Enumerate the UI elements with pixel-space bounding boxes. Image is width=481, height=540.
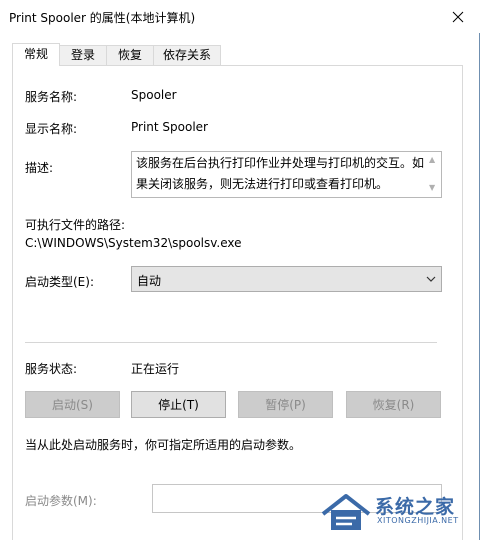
service-name-value: Spooler xyxy=(131,88,177,102)
status-value: 正在运行 xyxy=(131,362,180,376)
start-params-label: 启动参数(M): xyxy=(25,494,97,508)
watermark-subtitle: XITONGZHIJIA.NET xyxy=(377,516,459,525)
properties-dialog: Print Spooler 的属性(本地计算机) 常规 登录 恢复 依存关系 服… xyxy=(0,0,480,540)
tab-general[interactable]: 常规 xyxy=(12,43,60,66)
house-logo-icon xyxy=(321,494,371,530)
title-bar[interactable]: Print Spooler 的属性(本地计算机) xyxy=(0,0,480,33)
description-label: 描述: xyxy=(25,161,54,175)
scroll-up-icon[interactable]: ▲ xyxy=(429,155,435,164)
path-label: 可执行文件的路径: xyxy=(25,218,126,232)
start-button[interactable]: 启动(S) xyxy=(25,391,120,418)
pause-button[interactable]: 暂停(P) xyxy=(238,391,333,418)
tab-recovery[interactable]: 恢复 xyxy=(106,45,154,65)
tab-dependencies[interactable]: 依存关系 xyxy=(153,45,221,65)
resume-button[interactable]: 恢复(R) xyxy=(346,391,441,418)
divider xyxy=(25,342,437,343)
service-name-label: 服务名称: xyxy=(25,90,78,104)
general-panel xyxy=(12,65,463,540)
path-value: C:\WINDOWS\System32\spoolsv.exe xyxy=(25,236,242,250)
scroll-down-icon[interactable]: ▼ xyxy=(429,183,435,192)
description-box[interactable]: 该服务在后台执行打印作业并处理与打印机的交互。如果关闭该服务，则无法进行打印或查… xyxy=(131,151,442,198)
chevron-down-icon xyxy=(426,276,436,282)
description-text: 该服务在后台执行打印作业并处理与打印机的交互。如果关闭该服务，则无法进行打印或查… xyxy=(136,156,425,191)
watermark-title: 系统之家 xyxy=(375,496,456,518)
display-name-value: Print Spooler xyxy=(131,120,208,134)
startup-type-value: 自动 xyxy=(137,274,162,288)
status-label: 服务状态: xyxy=(25,362,78,376)
description-scrollbar[interactable]: ▲ ▼ xyxy=(425,152,441,197)
stop-button[interactable]: 停止(T) xyxy=(131,391,226,418)
close-button[interactable] xyxy=(440,4,476,30)
tab-logon[interactable]: 登录 xyxy=(59,45,107,65)
startup-type-select[interactable]: 自动 xyxy=(131,266,442,292)
watermark-logo: 系统之家 XITONGZHIJIA.NET xyxy=(319,490,469,534)
hint-text: 当从此处启动服务时，你可指定所适用的启动参数。 xyxy=(25,438,302,452)
display-name-label: 显示名称: xyxy=(25,122,78,136)
startup-type-label: 启动类型(E): xyxy=(25,275,94,289)
close-icon xyxy=(452,11,464,23)
window-title: Print Spooler 的属性(本地计算机) xyxy=(9,11,196,25)
